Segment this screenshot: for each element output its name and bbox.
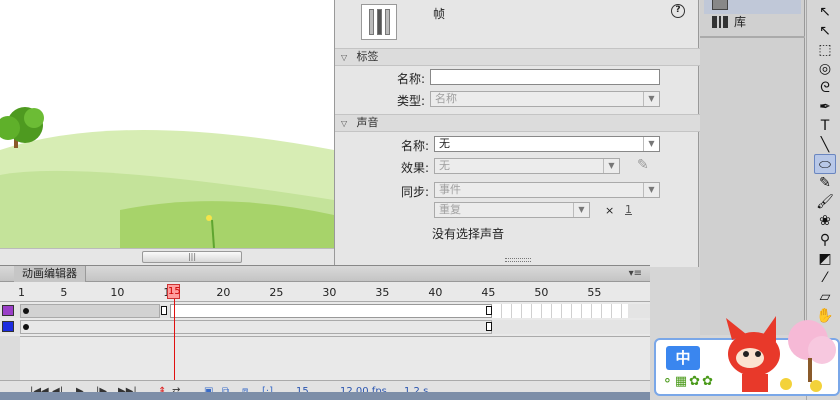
frame-ruler[interactable]: 1510152025303540455055 <box>0 284 650 302</box>
sound-effect-label: 效果: <box>400 161 429 175</box>
tab-motion-editor[interactable]: 动画编辑器 <box>14 266 86 282</box>
chevron-down-icon: ▼ <box>573 203 589 217</box>
ime-tools-icons[interactable]: ⚬▦✿✿ <box>662 374 715 389</box>
scrollbar-thumb[interactable]: ||| <box>142 251 242 263</box>
timeline-header: 动画编辑器 ▾≡ <box>0 266 650 282</box>
3d-rotation-tool[interactable]: ◎ <box>814 59 836 79</box>
properties-panel: 帧 ? ▽ 标签 名称: 类型: 名称 ▼ ▽ 声音 名称: 无 ▼ 效果: 无… <box>334 0 700 267</box>
layer-gutter <box>0 336 20 380</box>
eraser-tool[interactable]: ▱ <box>814 287 836 307</box>
collapse-triangle-icon: ▽ <box>341 53 348 62</box>
sound-name-value: 无 <box>439 137 450 150</box>
bone-tool[interactable]: ⚲ <box>814 230 836 250</box>
sound-section-header[interactable]: ▽ 声音 <box>335 114 700 132</box>
chevron-down-icon: ▼ <box>643 137 659 151</box>
panel-tab-column: 库 <box>700 0 805 335</box>
ruler-tick-label: 5 <box>60 286 68 299</box>
brush-tool[interactable]: 🖌 <box>814 192 836 212</box>
chevron-down-icon: ▼ <box>603 159 619 173</box>
sound-effect-select[interactable]: 无 ▼ <box>434 158 620 174</box>
ruler-tick-label: 35 <box>375 286 390 299</box>
edit-pencil-icon[interactable]: ✎ <box>637 157 649 173</box>
sound-sync-value: 事件 <box>439 183 461 196</box>
pencil-tool[interactable]: ✎ <box>814 173 836 193</box>
stage-horizontal-scrollbar[interactable]: ||| <box>0 248 334 265</box>
ime-mode-button[interactable]: 中 <box>666 346 700 370</box>
stage-canvas[interactable]: ||| <box>0 0 334 265</box>
sound-name-select[interactable]: 无 ▼ <box>434 136 660 152</box>
pen-tool[interactable]: ✒ <box>814 97 836 117</box>
sound-repeat-value: 重复 <box>439 203 461 216</box>
timeline-layer-2[interactable] <box>0 320 650 334</box>
label-type-label: 类型: <box>396 94 425 108</box>
paint-bucket-tool[interactable]: ◩ <box>814 249 836 269</box>
timeline-layer-1[interactable] <box>0 304 650 318</box>
properties-icon <box>712 0 728 10</box>
chevron-down-icon: ▼ <box>643 183 659 197</box>
panel-menu-icon[interactable]: ▾≡ <box>629 266 642 282</box>
ruler-tick-label: 30 <box>322 286 337 299</box>
stage-artwork <box>0 0 334 250</box>
sound-name-label: 名称: <box>400 139 429 153</box>
ruler-tick-label: 45 <box>481 286 496 299</box>
sound-sync-select[interactable]: 事件 ▼ <box>434 182 660 198</box>
mascot-fox-icon <box>726 316 836 392</box>
frame-name-label: 名称: <box>396 72 425 86</box>
sound-repeat-select[interactable]: 重复 ▼ <box>434 202 590 218</box>
frame-icon <box>361 4 397 40</box>
taskbar-strip <box>0 392 650 400</box>
ruler-tick-label: 55 <box>587 286 602 299</box>
keyframe-marker[interactable] <box>23 308 29 314</box>
panel-divider <box>700 36 805 38</box>
tab-library[interactable]: 库 <box>704 12 801 32</box>
chevron-down-icon: ▼ <box>643 92 659 106</box>
ruler-tick-label: 40 <box>428 286 443 299</box>
timeline-panel: 动画编辑器 ▾≡ 1510152025303540455055 15 |◀◀ ◀… <box>0 265 650 400</box>
repeat-times-symbol: × <box>605 204 615 217</box>
label-type-value: 名称 <box>435 92 457 105</box>
collapse-triangle-icon: ▽ <box>341 119 348 128</box>
end-frame-marker[interactable] <box>161 306 167 315</box>
label-section-header[interactable]: ▽ 标签 <box>335 48 700 66</box>
sound-effect-value: 无 <box>439 159 450 172</box>
ime-toolbar[interactable]: 中 ⚬▦✿✿ <box>654 316 840 396</box>
end-frame-marker[interactable] <box>486 322 492 331</box>
subselection-tool[interactable]: ↖ <box>814 21 836 41</box>
playhead[interactable]: 15 <box>167 284 181 299</box>
no-sound-selected-text: 没有选择声音 <box>432 227 505 241</box>
free-transform-tool[interactable]: ⬚ <box>814 40 836 60</box>
line-tool[interactable]: ╲ <box>814 135 836 155</box>
frame-span[interactable] <box>20 320 492 334</box>
tab-library-label: 库 <box>734 15 747 29</box>
ruler-tick-label: 20 <box>216 286 231 299</box>
ruler-tick-label: 10 <box>110 286 125 299</box>
end-frame-marker[interactable] <box>486 306 492 315</box>
lasso-tool[interactable]: ᘓ <box>814 78 836 98</box>
ruler-tick-label: 1 <box>18 286 25 299</box>
panel-resize-grip[interactable] <box>505 258 531 262</box>
ruler-tick-label: 25 <box>269 286 284 299</box>
sound-section-title: 声音 <box>356 116 379 129</box>
sound-sync-label: 同步: <box>400 185 429 199</box>
library-icon <box>712 16 728 28</box>
help-icon[interactable]: ? <box>671 4 685 18</box>
eyedropper-tool[interactable]: ⁄ <box>814 268 836 288</box>
keyframe-marker[interactable] <box>23 324 29 330</box>
label-type-select[interactable]: 名称 ▼ <box>430 91 660 107</box>
frame-span[interactable] <box>20 304 160 318</box>
label-section-title: 标签 <box>356 50 379 63</box>
repeat-times-value[interactable]: 1 <box>625 203 632 216</box>
frame-name-input[interactable] <box>430 69 660 85</box>
text-tool[interactable]: T <box>814 116 836 136</box>
layer-color-swatch <box>2 305 14 316</box>
oval-tool[interactable]: ⬭ <box>814 154 836 174</box>
ruler-tick-label: 50 <box>534 286 549 299</box>
selection-tool[interactable]: ↖ <box>814 2 836 22</box>
deco-tool[interactable]: ❀ <box>814 211 836 231</box>
empty-layer-area <box>20 336 650 380</box>
frame-span-selected[interactable] <box>170 304 492 318</box>
empty-frames[interactable] <box>492 304 628 318</box>
layer-color-swatch <box>2 321 14 332</box>
frame-type-label: 帧 <box>433 7 446 21</box>
